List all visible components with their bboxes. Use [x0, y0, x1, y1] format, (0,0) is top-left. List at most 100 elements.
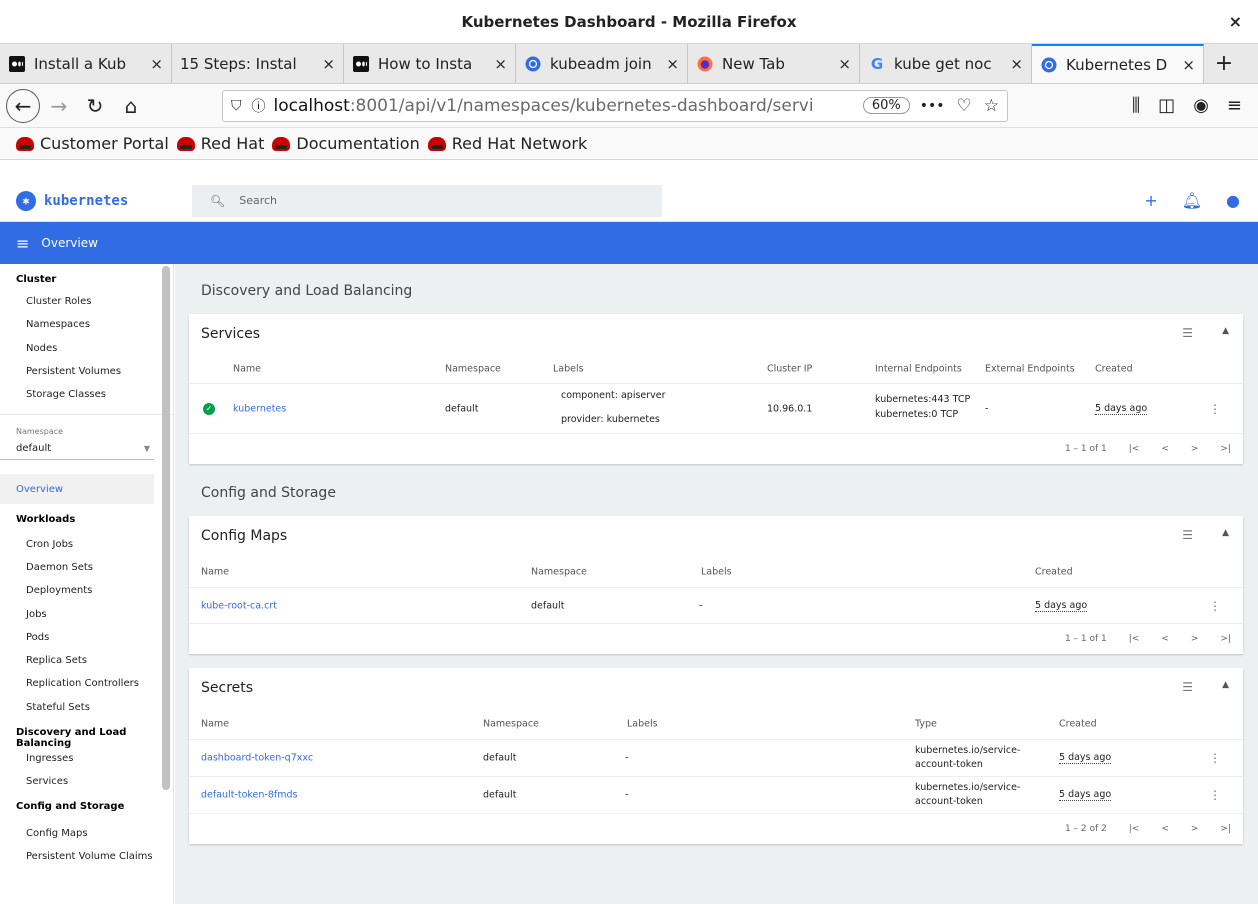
- sidebar-item-config-maps[interactable]: Config Maps: [0, 821, 173, 844]
- sidebar-section-discovery[interactable]: Discovery and Load Balancing: [0, 719, 173, 749]
- tab-15-steps[interactable]: 15 Steps: Instal ×: [172, 44, 344, 83]
- tab-close-icon[interactable]: ×: [1182, 56, 1195, 74]
- sidebar-item-jobs[interactable]: Jobs: [0, 602, 173, 625]
- window-close-button[interactable]: ×: [1229, 12, 1242, 31]
- sidebar-item-pods[interactable]: Pods: [0, 626, 173, 649]
- column-header[interactable]: Created: [1035, 566, 1073, 577]
- new-tab-button[interactable]: +: [1204, 44, 1244, 83]
- sidebar-item-nodes[interactable]: Nodes: [0, 337, 173, 360]
- tab-install-a-kub[interactable]: Install a Kub ×: [0, 44, 172, 83]
- zoom-indicator[interactable]: 60%: [862, 97, 910, 114]
- service-name-link[interactable]: kubernetes: [233, 403, 286, 414]
- account-icon[interactable]: ◉: [1193, 95, 1209, 116]
- bookmark-red-hat[interactable]: Red Hat: [176, 134, 264, 153]
- bookmark-documentation[interactable]: Documentation: [272, 134, 420, 153]
- filter-icon[interactable]: ☰: [1182, 326, 1193, 340]
- sidebar-item-storage-classes[interactable]: Storage Classes: [0, 383, 173, 406]
- tab-kube-get-noc[interactable]: G kube get noc ×: [860, 44, 1032, 83]
- back-button[interactable]: ←: [6, 88, 40, 123]
- pager-last-icon[interactable]: >|: [1220, 634, 1231, 644]
- sidebar-item-persistent-volumes[interactable]: Persistent Volumes: [0, 360, 173, 383]
- column-header[interactable]: Name: [201, 566, 229, 577]
- pager-next-icon[interactable]: >: [1191, 634, 1199, 644]
- tab-how-to-insta[interactable]: How to Insta ×: [344, 44, 516, 83]
- row-actions-kebab-icon[interactable]: ⋮: [1209, 788, 1221, 802]
- sidebar-item-cluster-roles[interactable]: Cluster Roles: [0, 290, 173, 313]
- row-actions-kebab-icon[interactable]: ⋮: [1209, 599, 1221, 613]
- sidebar-item-namespaces[interactable]: Namespaces: [0, 313, 173, 336]
- tab-close-icon[interactable]: ×: [838, 55, 851, 73]
- page-actions-icon[interactable]: •••: [920, 98, 945, 114]
- sidebar-item-overview[interactable]: Overview: [0, 474, 154, 505]
- collapse-icon[interactable]: ▲: [1222, 680, 1229, 690]
- sidebar-scrollbar[interactable]: [162, 266, 170, 790]
- sidebar-icon[interactable]: ◫: [1158, 95, 1175, 116]
- sidebar-item-cron-jobs[interactable]: Cron Jobs: [0, 532, 173, 555]
- pager-next-icon[interactable]: >: [1191, 824, 1199, 834]
- pager-last-icon[interactable]: >|: [1220, 444, 1231, 454]
- sidebar-item-replica-sets[interactable]: Replica Sets: [0, 649, 173, 672]
- pager-first-icon[interactable]: |<: [1129, 444, 1140, 454]
- sidebar-item-stateful-sets[interactable]: Stateful Sets: [0, 696, 173, 719]
- bell-icon[interactable]: 🔔︎: [1182, 191, 1202, 210]
- column-header[interactable]: Namespace: [445, 363, 501, 374]
- sidebar-item-replication-controllers[interactable]: Replication Controllers: [0, 672, 173, 695]
- column-header[interactable]: Name: [201, 718, 229, 729]
- hamburger-menu-icon[interactable]: ≡: [16, 234, 29, 253]
- row-actions-kebab-icon[interactable]: ⋮: [1209, 402, 1221, 416]
- reload-button[interactable]: ↻: [78, 89, 112, 123]
- star-icon[interactable]: ☆: [984, 96, 999, 116]
- column-header[interactable]: Namespace: [483, 718, 539, 729]
- tab-close-icon[interactable]: ×: [666, 55, 679, 73]
- kubernetes-logo[interactable]: ⎈ kubernetes: [0, 190, 192, 211]
- collapse-icon[interactable]: ▲: [1222, 326, 1229, 336]
- column-header[interactable]: Created: [1095, 363, 1133, 374]
- home-button[interactable]: ⌂: [114, 89, 148, 123]
- secret-name-link[interactable]: default-token-8fmds: [201, 790, 297, 801]
- column-header[interactable]: Created: [1059, 718, 1097, 729]
- bookmark-red-hat-network[interactable]: Red Hat Network: [427, 134, 587, 153]
- configmap-name-link[interactable]: kube-root-ca.crt: [201, 600, 277, 611]
- url-bar[interactable]: ⛉ ⓘ localhost :8001/api/v1/namespaces/ku…: [222, 89, 1008, 122]
- sidebar-section-config-storage[interactable]: Config and Storage: [0, 793, 173, 821]
- tab-close-icon[interactable]: ×: [494, 55, 507, 73]
- tab-close-icon[interactable]: ×: [150, 55, 163, 73]
- column-header[interactable]: Name: [233, 363, 261, 374]
- sidebar-section-cluster[interactable]: Cluster: [0, 264, 173, 290]
- library-icon[interactable]: ⫼: [1132, 95, 1140, 116]
- tab-kubeadm-join[interactable]: kubeadm join ×: [516, 44, 688, 83]
- collapse-icon[interactable]: ▲: [1222, 528, 1229, 538]
- pager-prev-icon[interactable]: <: [1161, 634, 1169, 644]
- filter-icon[interactable]: ☰: [1182, 528, 1193, 542]
- namespace-select[interactable]: default ▼: [0, 438, 154, 461]
- pager-prev-icon[interactable]: <: [1161, 444, 1169, 454]
- search-input[interactable]: 🔍︎ Search: [192, 184, 662, 217]
- menu-icon[interactable]: ≡: [1227, 95, 1242, 116]
- tab-new-tab[interactable]: New Tab ×: [688, 44, 860, 83]
- secret-name-link[interactable]: dashboard-token-q7xxc: [201, 753, 313, 764]
- user-account-icon[interactable]: ●: [1226, 191, 1240, 210]
- pager-first-icon[interactable]: |<: [1129, 824, 1140, 834]
- pager-prev-icon[interactable]: <: [1161, 824, 1169, 834]
- filter-icon[interactable]: ☰: [1182, 680, 1193, 694]
- tab-kubernetes-dashboard[interactable]: Kubernetes D ×: [1032, 44, 1204, 83]
- column-header[interactable]: Namespace: [531, 566, 587, 577]
- sidebar-item-deployments[interactable]: Deployments: [0, 579, 173, 602]
- sidebar-section-workloads[interactable]: Workloads: [0, 504, 173, 532]
- bookmark-customer-portal[interactable]: Customer Portal: [16, 134, 169, 153]
- sidebar-item-persistent-volume-claims[interactable]: Persistent Volume Claims: [0, 845, 173, 868]
- pager-first-icon[interactable]: |<: [1129, 634, 1140, 644]
- pocket-icon[interactable]: ♡: [957, 96, 972, 116]
- forward-button[interactable]: →: [42, 89, 76, 123]
- shield-icon: ⛉: [231, 97, 242, 114]
- tab-close-icon[interactable]: ×: [1010, 55, 1023, 73]
- create-plus-icon[interactable]: +: [1144, 191, 1157, 210]
- pager-next-icon[interactable]: >: [1191, 444, 1199, 454]
- tab-close-icon[interactable]: ×: [322, 55, 335, 73]
- row-actions-kebab-icon[interactable]: ⋮: [1209, 751, 1221, 765]
- sidebar-item-ingresses[interactable]: Ingresses: [0, 747, 173, 770]
- bookmarks-bar: Customer Portal Red Hat Documentation Re…: [0, 128, 1258, 160]
- pager-last-icon[interactable]: >|: [1220, 824, 1231, 834]
- sidebar-item-daemon-sets[interactable]: Daemon Sets: [0, 556, 173, 579]
- sidebar-item-services[interactable]: Services: [0, 770, 173, 793]
